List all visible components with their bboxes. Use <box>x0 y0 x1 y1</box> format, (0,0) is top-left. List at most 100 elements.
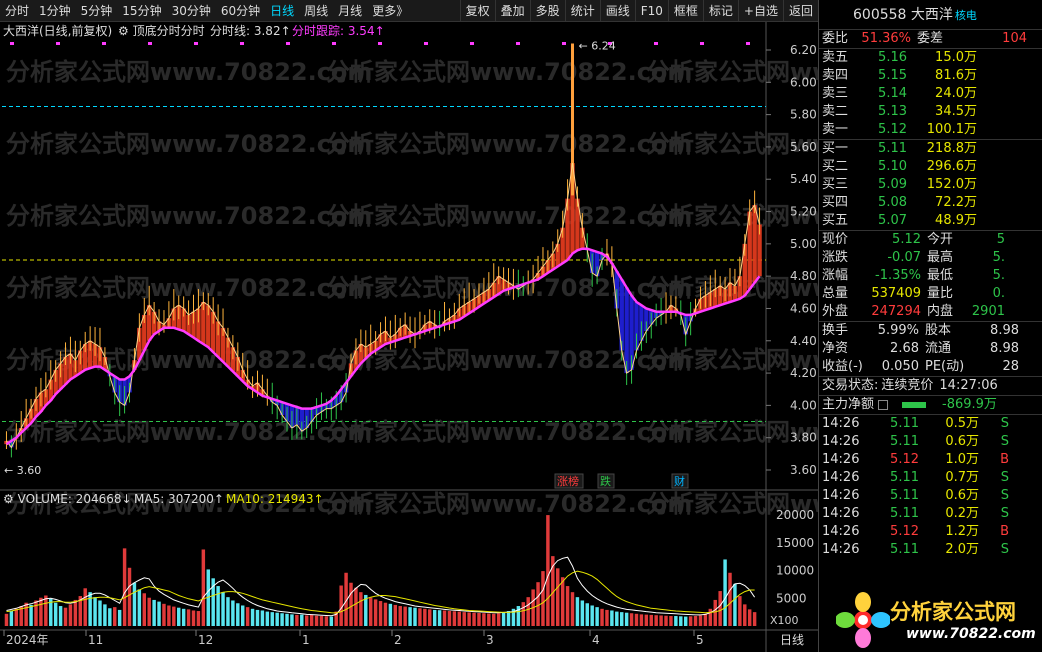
stat-value: 28 <box>1002 359 1019 374</box>
stat-row: 现价 5.12 今开 5 <box>819 231 1042 249</box>
ask-price: 5.12 <box>878 122 907 137</box>
x-tick-label: 2 <box>394 633 402 647</box>
x-tick-label: 3 <box>486 633 494 647</box>
stat-value: 0.050 <box>881 359 919 374</box>
volume-bar <box>83 588 87 626</box>
volume-legend: ⚙ VOLUME: 204668↓ <box>3 492 132 506</box>
tick-row: 14:26 5.11 0.7万 S <box>819 469 1042 487</box>
y-tick-label: 6.20 <box>790 43 817 57</box>
tool-button-5[interactable]: F10 <box>634 0 668 22</box>
tool-button-0[interactable]: 复权 <box>459 0 495 22</box>
tool-button-1[interactable]: 叠加 <box>494 0 530 22</box>
volume-bar <box>432 609 437 626</box>
signal-dot <box>516 42 520 45</box>
tick-price: 5.11 <box>890 434 919 449</box>
tick-price: 5.12 <box>890 524 919 539</box>
tool-button-4[interactable]: 画线 <box>599 0 635 22</box>
ask-label: 卖一 <box>822 122 849 137</box>
stat-value: 5. <box>992 268 1005 283</box>
volume-bar <box>34 600 38 626</box>
period-tab-5[interactable]: 60分钟 <box>216 0 265 22</box>
period-tab-8[interactable]: 月线 <box>333 0 367 22</box>
stat-row: 总量 537409 量比 0. <box>819 285 1042 303</box>
period-tab-6[interactable]: 日线 <box>265 0 299 22</box>
stat-row: 涨跌 -0.07 最高 5. <box>819 249 1042 267</box>
tool-button-7[interactable]: 标记 <box>702 0 738 22</box>
stats-list: 现价 5.12 今开 5 涨跌 -0.07 最高 5. 涨幅 -1.35% 最低 5. 总量 537409… <box>819 231 1042 321</box>
volume-bar <box>186 609 191 626</box>
vol-tick-label: 20000 <box>776 508 814 522</box>
volume-bar <box>595 607 599 626</box>
volume-bar <box>181 608 186 626</box>
volume-bar <box>231 600 235 626</box>
volume-bar <box>9 610 14 626</box>
bid-price: 5.11 <box>878 141 907 156</box>
y-tick-label: 4.00 <box>790 398 817 412</box>
tool-button-6[interactable]: 框框 <box>667 0 703 22</box>
period-tab-0[interactable]: 分时 <box>0 0 34 22</box>
tick-price: 5.12 <box>890 452 919 467</box>
volume-bar <box>738 596 742 626</box>
volume-bar <box>728 572 732 626</box>
tool-button-3[interactable]: 统计 <box>564 0 600 22</box>
volume-bar <box>615 611 619 626</box>
stat-value: 8.98 <box>990 323 1019 338</box>
stat-row: 涨幅 -1.35% 最低 5. <box>819 267 1042 285</box>
toggle-icon[interactable] <box>878 400 889 410</box>
volume-bar <box>132 582 137 626</box>
net-flow-row[interactable]: 主力净额 -869.9万 <box>819 396 1042 414</box>
period-tab-3[interactable]: 15分钟 <box>117 0 166 22</box>
volume-bar <box>265 611 270 626</box>
watermark-text: 分析家公式网www.70822.com <box>326 418 692 446</box>
flower-logo-icon <box>836 592 890 648</box>
period-tab-2[interactable]: 5分钟 <box>76 0 118 22</box>
event-tag: 财 <box>674 474 685 488</box>
volume-bar <box>398 606 402 626</box>
volume-bar <box>482 613 486 626</box>
tick-vol: 0.2万 <box>945 506 979 521</box>
quote-panel: 600558 大西洋 核电 委比 51.36% 委差 104 卖五 5.16 15.0… <box>818 0 1042 652</box>
volume-bar <box>329 616 334 626</box>
stat-value: 0. <box>992 286 1005 301</box>
tool-button-2[interactable]: 多股 <box>529 0 565 22</box>
tool-button-9[interactable]: 返回 <box>782 0 818 22</box>
volume-bar <box>260 610 265 626</box>
tick-price: 5.11 <box>890 542 919 557</box>
period-tab-7[interactable]: 周线 <box>299 0 333 22</box>
period-footer: 日线 <box>780 633 804 647</box>
kline-chart[interactable]: 分析家公式网www.70822.com分析家公式网www.70822.com分析… <box>0 22 1012 652</box>
tool-button-8[interactable]: +自选 <box>737 0 783 22</box>
volume-bar <box>718 591 722 626</box>
tick-time: 14:26 <box>822 542 860 557</box>
volume-bar <box>378 601 383 626</box>
bid-price: 5.08 <box>878 195 907 210</box>
gen-label: 分时跟踪: 3.54↑ <box>292 24 385 38</box>
period-tab-9[interactable]: 更多》 <box>367 0 413 22</box>
stat-value: 5. <box>992 250 1005 265</box>
bid-price: 5.07 <box>878 213 907 228</box>
volume-bar <box>127 567 132 626</box>
tick-time: 14:26 <box>822 452 860 467</box>
chart-area[interactable]: 分析家公式网www.70822.com 分析家公式网www.70822.com 分析… <box>0 22 1012 652</box>
vol-tick-label: 10000 <box>776 564 814 578</box>
ask-price: 5.15 <box>878 68 907 83</box>
fill-bar <box>752 205 757 283</box>
tick-row: 14:26 5.11 0.6万 S <box>819 487 1042 505</box>
tick-row: 14:26 5.11 0.6万 S <box>819 433 1042 451</box>
event-tag: 跌 <box>600 474 611 488</box>
period-tab-1[interactable]: 1分钟 <box>34 0 76 22</box>
signal-dot <box>470 42 474 45</box>
tick-price: 5.11 <box>890 470 919 485</box>
stat-label: 内盘 <box>927 304 954 319</box>
x-tick-label: 12 <box>198 633 213 647</box>
period-tab-4[interactable]: 30分钟 <box>167 0 216 22</box>
tick-vol: 0.6万 <box>945 434 979 449</box>
volume-bar <box>383 602 388 626</box>
signal-dot <box>10 42 14 45</box>
max-label: ← 6.24 <box>579 40 616 53</box>
stat-value: 5.12 <box>892 232 921 247</box>
volume-bar <box>526 597 530 626</box>
volume-bar <box>280 613 284 626</box>
bid-row: 买五 5.07 48.9万 <box>819 212 1042 230</box>
y-tick-label: 4.60 <box>790 301 817 315</box>
